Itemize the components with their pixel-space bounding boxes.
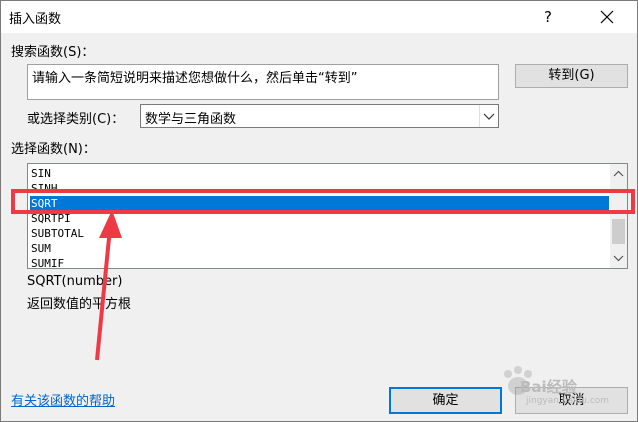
list-item[interactable]: SUM [30,241,609,256]
go-button[interactable]: 转到(G) [515,64,628,88]
function-list-scrollbar[interactable] [610,164,627,268]
function-list-label: 选择函数(N)： [11,142,96,157]
ok-button-label: 确定 [432,393,459,408]
chevron-down-icon [483,113,495,120]
category-select[interactable]: 数学与三角函数 [140,104,499,128]
search-input[interactable]: 请输入一条简短说明来描述您想做什么，然后单击“转到” [27,64,499,100]
category-label: 或选择类别(C)： [27,112,125,127]
help-button[interactable]: ? [537,5,559,29]
close-button[interactable] [595,5,619,29]
list-item[interactable]: SUBTOTAL [30,226,609,241]
title-bar: 插入函数 ? [1,1,637,33]
help-icon: ? [544,8,552,26]
search-input-text: 请输入一条简短说明来描述您想做什么，然后单击“转到” [32,71,358,86]
function-signature: SQRT(number) [27,274,123,289]
annotation-highlight-box [11,189,635,214]
watermark-brand: Bai经验 [520,378,577,396]
ok-button[interactable]: 确定 [389,387,502,414]
list-item[interactable]: SUMIF [30,256,609,271]
go-button-label: 转到(G) [548,68,595,83]
function-list[interactable]: SIN SINH SQRT SQRTPI SUBTOTAL SUM SUMIF [27,163,628,271]
watermark-url: jingyan.baidu.com [526,396,610,406]
scroll-down-icon[interactable] [610,250,627,266]
scroll-up-icon[interactable] [610,166,627,182]
scroll-thumb[interactable] [612,219,625,244]
search-label: 搜索函数(S)： [11,45,95,60]
close-icon [600,10,614,24]
category-select-value: 数学与三角函数 [145,112,237,127]
dialog-title: 插入函数 [9,12,62,27]
function-description: 返回数值的平方根 [27,297,132,312]
list-item[interactable]: SIN [30,166,609,181]
category-dropdown-button[interactable] [479,105,498,127]
function-help-link[interactable]: 有关该函数的帮助 [11,390,115,409]
